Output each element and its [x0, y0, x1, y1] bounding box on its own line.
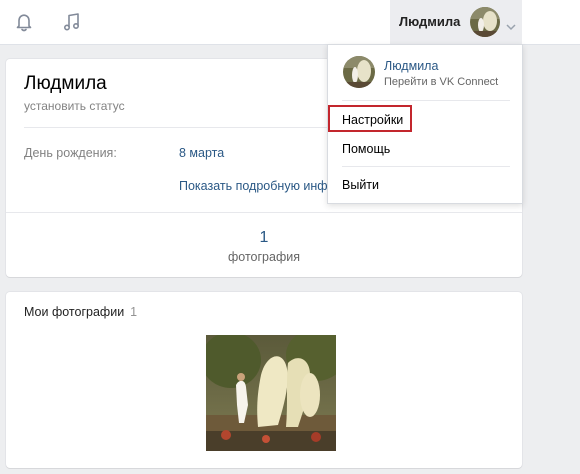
vk-connect-link[interactable]: Перейти в VK Connect	[384, 76, 498, 88]
bell-icon[interactable]	[12, 10, 36, 34]
top-bar: Людмила	[0, 0, 580, 45]
status-input[interactable]: установить статус	[24, 99, 125, 113]
photos-count-label[interactable]: фотография	[6, 250, 522, 264]
photos-section-title[interactable]: Мои фотографии 1	[24, 305, 137, 319]
photos-title-count: 1	[130, 305, 138, 319]
photo-thumbnail[interactable]	[206, 335, 336, 451]
avatar	[470, 7, 500, 37]
divider	[6, 212, 522, 213]
header-user-name: Людмила	[399, 14, 461, 29]
user-dropdown-menu: Людмила Перейти в VK Connect Настройки П…	[327, 44, 523, 204]
divider	[342, 100, 510, 101]
dropdown-user-name[interactable]: Людмила	[384, 59, 438, 73]
birthday-label: День рождения:	[24, 146, 117, 160]
photos-count[interactable]: 1	[6, 229, 522, 247]
profile-name: Людмила	[24, 73, 107, 94]
photos-card: Мои фотографии 1	[6, 292, 522, 468]
photos-title-text: Мои фотографии	[24, 305, 125, 319]
birthday-value-link[interactable]: 8 марта	[179, 146, 224, 160]
user-menu-button[interactable]: Людмила	[390, 0, 522, 44]
chevron-down-icon	[506, 18, 516, 31]
avatar[interactable]	[343, 56, 375, 88]
logout-menu-item[interactable]: Выйти	[342, 178, 379, 192]
help-menu-item[interactable]: Помощь	[342, 142, 390, 156]
settings-highlight-frame	[328, 105, 412, 132]
divider	[342, 166, 510, 167]
music-note-icon[interactable]	[60, 10, 84, 34]
show-more-info-link[interactable]: Показать подробную инф	[179, 179, 328, 193]
